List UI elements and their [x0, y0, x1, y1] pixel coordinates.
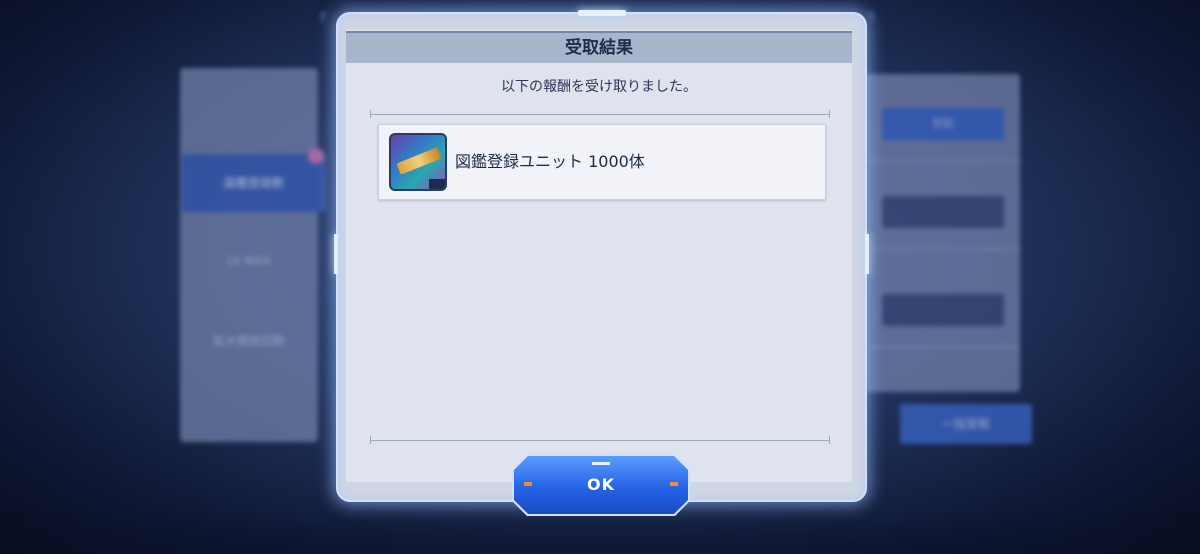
ok-button[interactable]: OK: [514, 456, 688, 514]
ticket-graphic: [396, 147, 442, 175]
bg-claim-button: [882, 294, 1004, 326]
bg-list-row: 受取: [862, 84, 1020, 162]
divider-tick: [370, 436, 371, 444]
bg-list-row: [862, 172, 1020, 250]
dialog-message: 以下の報酬を受け取りました。: [501, 79, 697, 95]
ticket-item-icon: [389, 133, 447, 191]
dialog-title: 受取結果: [565, 38, 633, 58]
frame-notch: [578, 10, 626, 16]
reward-label: 図鑑登録ユニット 1000体: [455, 152, 645, 171]
reward-list-item: 図鑑登録ユニット 1000体: [378, 124, 826, 200]
bg-menu-item-registered: 図鑑登録数: [182, 154, 326, 212]
bg-claim-button: [882, 196, 1004, 228]
frame-side-mark: [865, 234, 869, 274]
bg-left-menu: 図鑑登録数 LV MAX 拡大開放回数: [180, 68, 326, 442]
bg-bulk-claim-button: 一括受取: [900, 404, 1032, 444]
frame-side-mark: [334, 234, 338, 274]
bg-list-row: [862, 270, 1020, 348]
bg-menu-item-expand: 拡大開放回数: [212, 334, 285, 348]
bg-bottom-nav: [0, 514, 1200, 554]
divider-tick: [829, 110, 830, 118]
bg-mission-list: 受取: [862, 74, 1020, 392]
corner-bracket-icon: ┏: [318, 6, 327, 22]
corner-bracket-icon: ┓: [868, 6, 877, 22]
divider-tick: [370, 110, 371, 118]
dialog-title-bar: 受取結果: [346, 31, 852, 63]
ok-button-label: OK: [587, 475, 615, 494]
divider-tick: [829, 436, 830, 444]
top-divider: [370, 114, 830, 115]
bottom-divider: [370, 440, 830, 441]
notification-badge: [308, 148, 324, 164]
icon-corner-tab: [429, 179, 445, 189]
result-dialog: [346, 30, 852, 482]
bg-menu-item-lvmax: LV MAX: [226, 254, 272, 268]
bg-claim-button: 受取: [882, 108, 1004, 140]
